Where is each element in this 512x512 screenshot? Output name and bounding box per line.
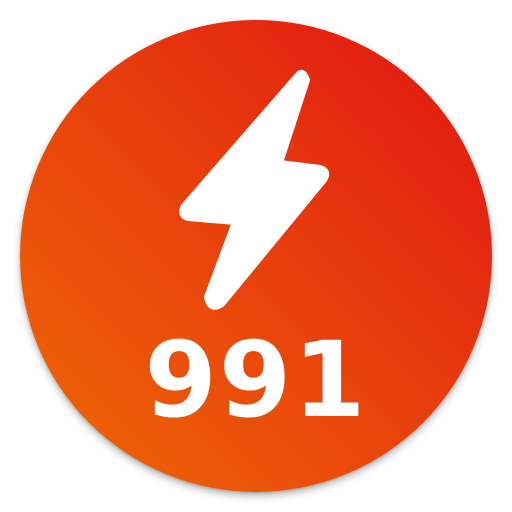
badge-number: 991: [144, 319, 368, 441]
